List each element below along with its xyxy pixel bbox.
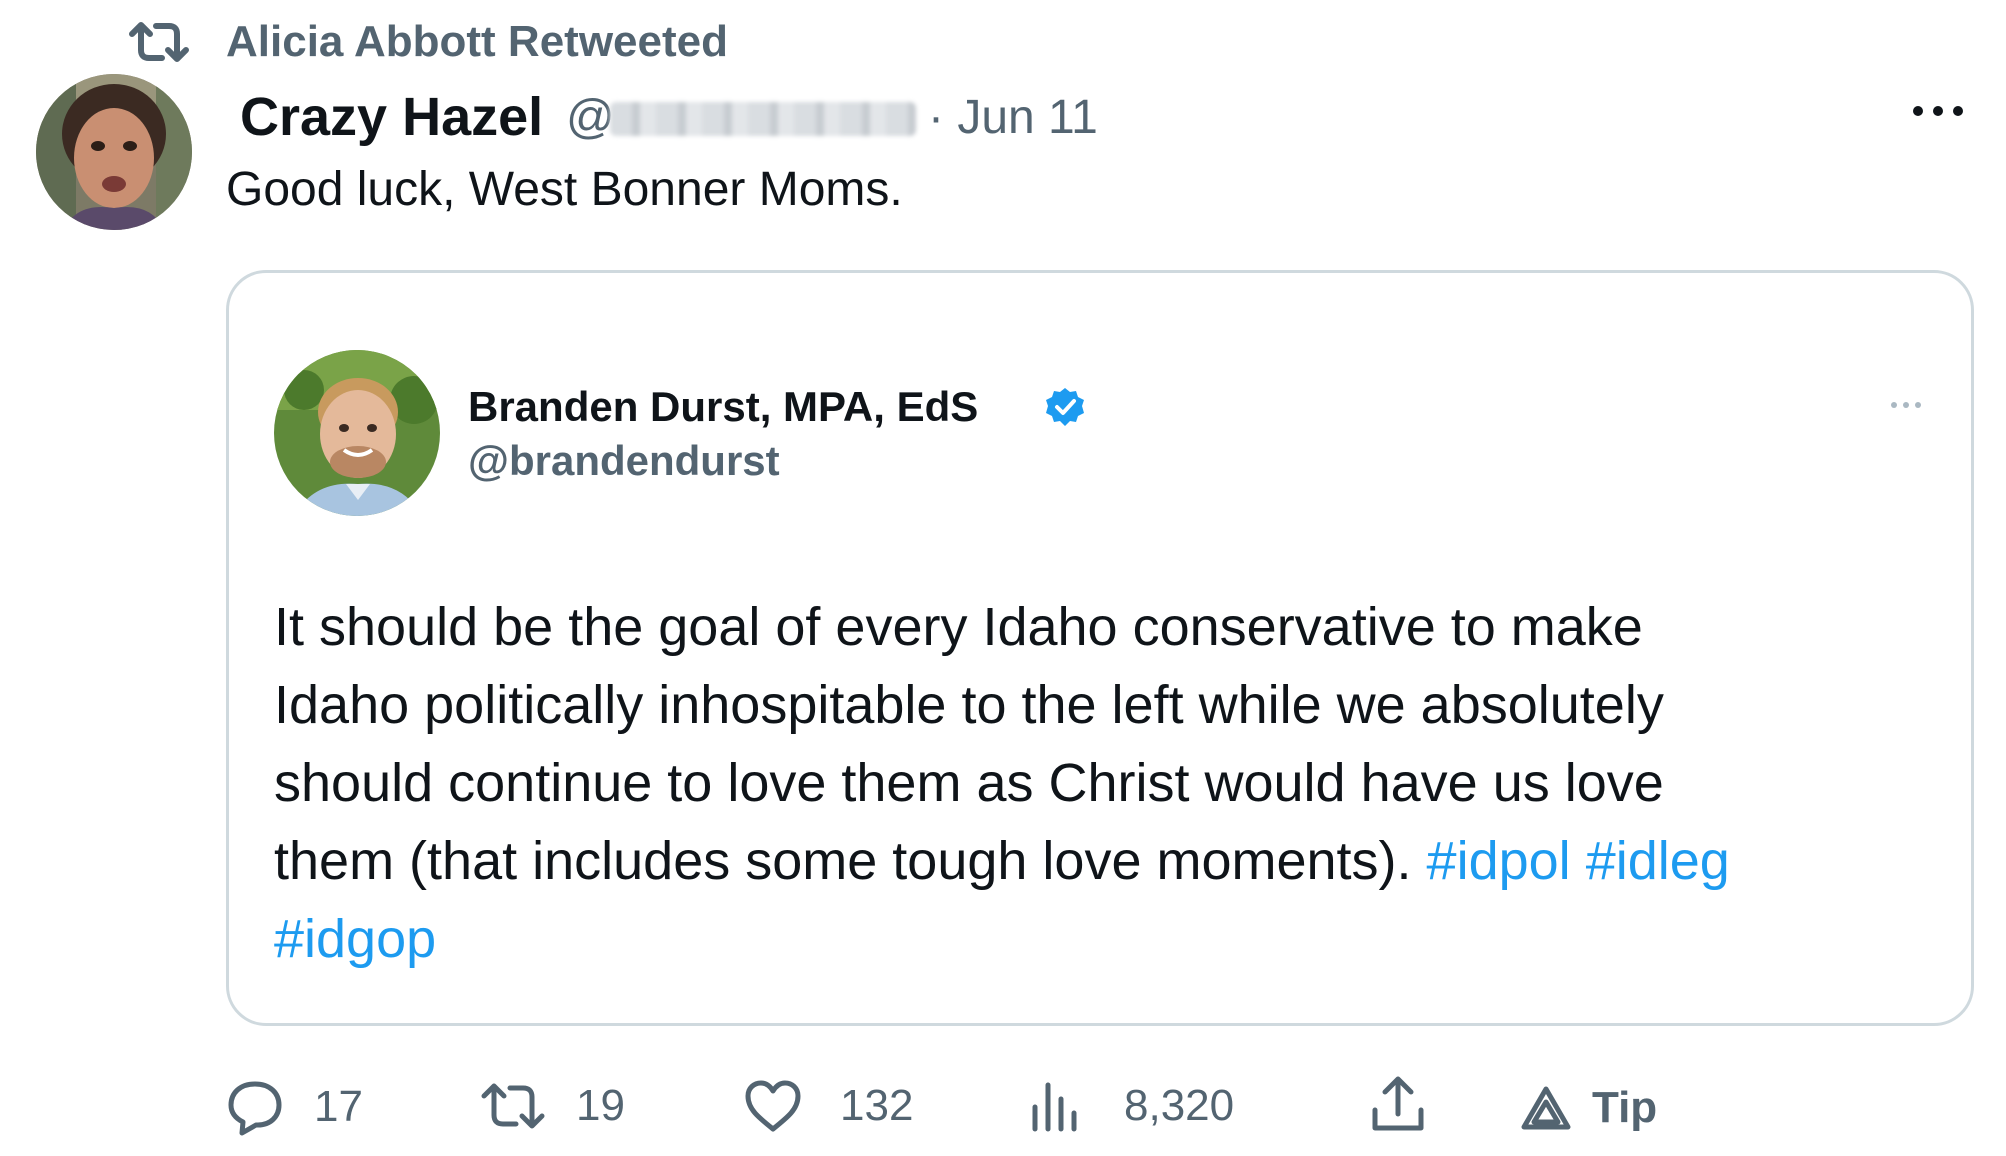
quoted-more-options-icon[interactable] (1888, 398, 1924, 412)
hashtag-link[interactable]: #idpol (1427, 831, 1571, 891)
views-chart-icon (1032, 1082, 1077, 1132)
share-button[interactable] (1370, 1074, 1426, 1134)
reply-button[interactable]: 17 (226, 1078, 363, 1136)
author-avatar[interactable] (36, 74, 192, 230)
quoted-author-avatar[interactable] (274, 350, 440, 516)
tip-button[interactable]: Tip (1520, 1080, 1657, 1136)
retweet-count: 19 (576, 1081, 625, 1130)
tip-icon (1521, 1086, 1571, 1130)
author-handle-redacted (610, 102, 916, 136)
tweet-date[interactable]: · Jun 11 (928, 86, 1098, 150)
quoted-text-line-with-hashtags: them (that includes some tough love mome… (274, 822, 1954, 900)
quoted-text-line-hashtag: #idgop (274, 900, 1954, 978)
views-count: 8,320 (1124, 1081, 1235, 1130)
quoted-text-line: should continue to love them as Christ w… (274, 753, 1664, 813)
tip-label: Tip (1592, 1083, 1658, 1132)
hashtag-link[interactable]: #idgop (274, 909, 436, 969)
quoted-tweet-text: It should be the goal of every Idaho con… (274, 588, 1954, 978)
author-handle-prefix[interactable]: @ (566, 86, 615, 150)
hashtag-link[interactable]: #idleg (1586, 831, 1730, 891)
quoted-text-line: It should be the goal of every Idaho con… (274, 597, 1643, 657)
more-options-icon[interactable] (1908, 96, 1968, 126)
reply-icon (228, 1081, 282, 1136)
quoted-author-handle[interactable]: @brandendurst (468, 434, 780, 488)
quoted-author-name[interactable]: Branden Durst, MPA, EdS (468, 380, 978, 434)
retweeted-by-label[interactable]: Alicia Abbott Retweeted (226, 14, 728, 70)
quoted-text-line: them (that includes some tough love mome… (274, 831, 1427, 891)
quoted-text-line: Idaho politically inhospitable to the le… (274, 675, 1664, 735)
like-count: 132 (840, 1081, 914, 1130)
retweet-icon (481, 1083, 545, 1129)
like-button[interactable]: 132 (744, 1078, 913, 1134)
verified-badge-icon (1044, 386, 1086, 428)
retweet-header-icon (128, 20, 190, 64)
views-button[interactable]: 8,320 (1030, 1078, 1234, 1134)
share-icon (1372, 1076, 1424, 1131)
retweet-button[interactable]: 19 (480, 1078, 625, 1134)
reply-count: 17 (314, 1082, 363, 1131)
heart-icon (745, 1080, 801, 1132)
author-name[interactable]: Crazy Hazel (240, 82, 543, 152)
tweet-text: Good luck, West Bonner Moms. (226, 163, 903, 216)
